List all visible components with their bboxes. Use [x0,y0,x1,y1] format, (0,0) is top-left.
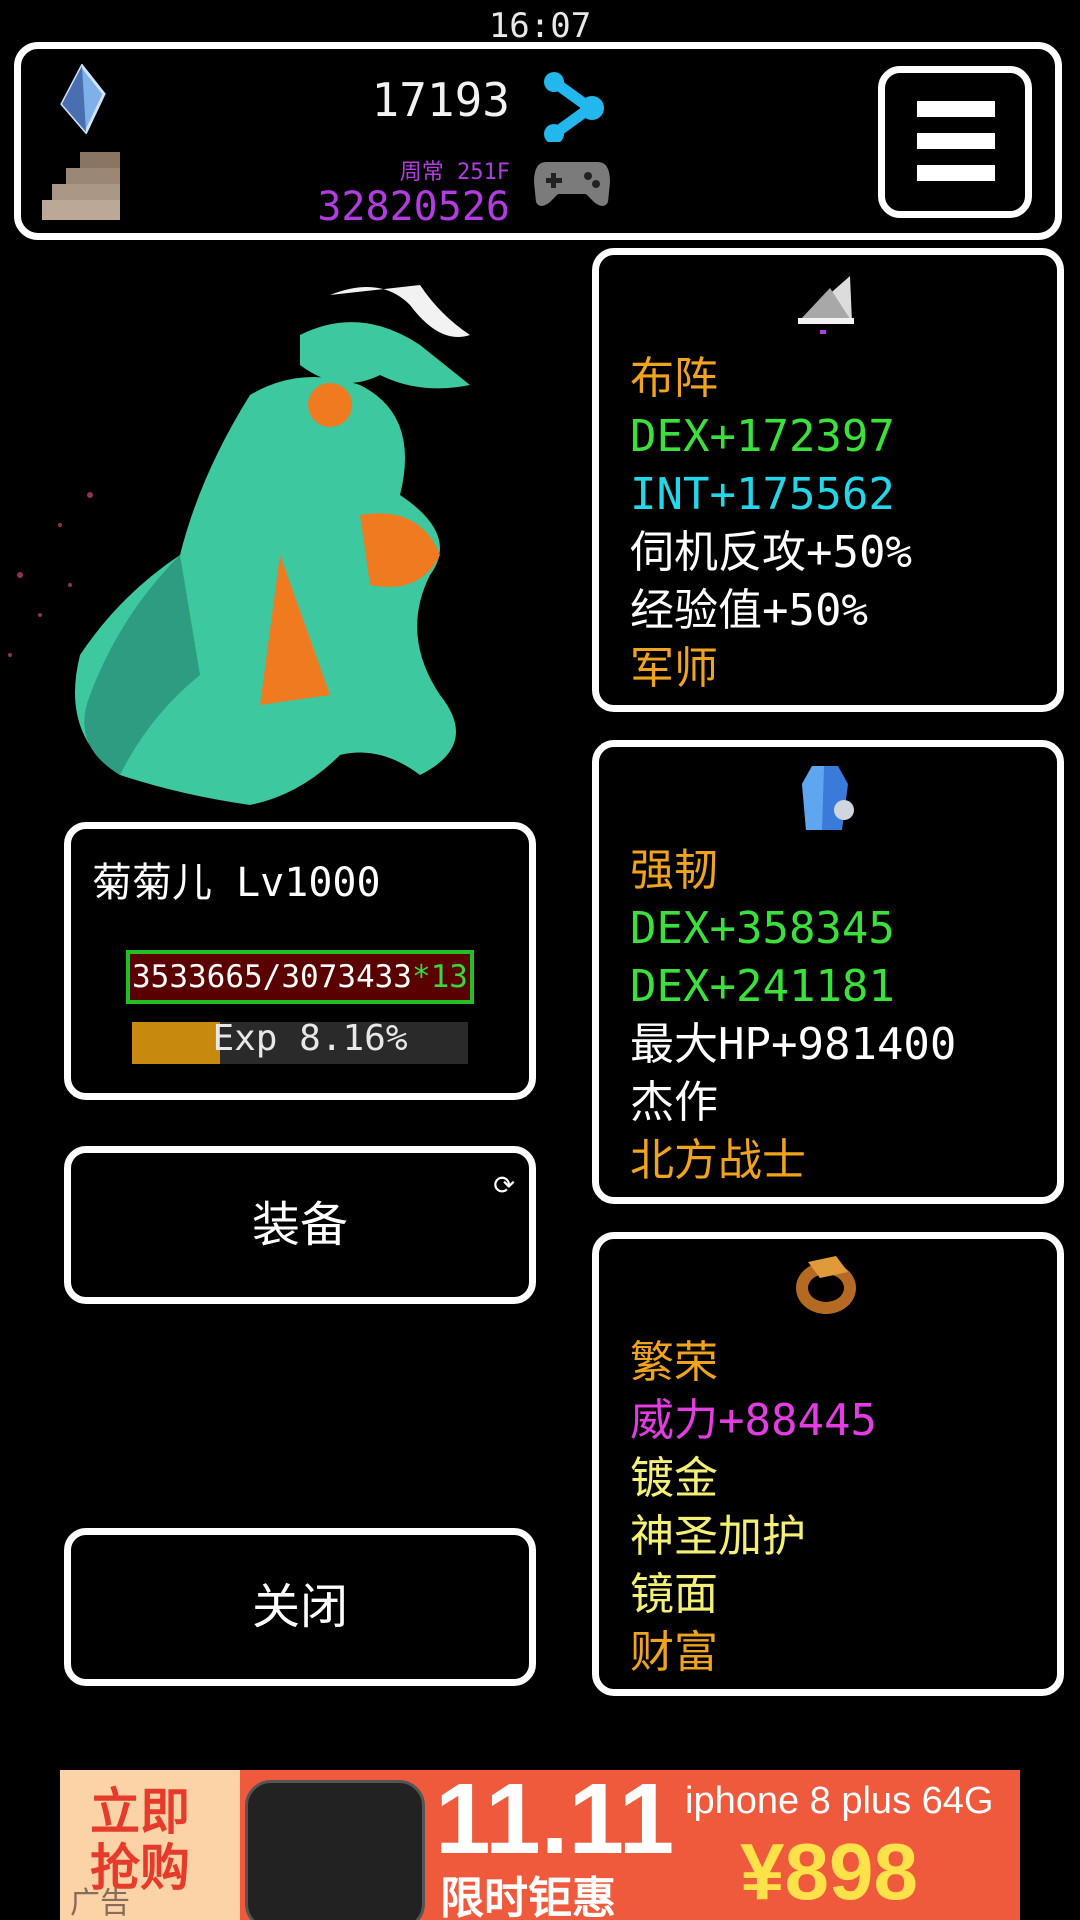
armor-icon [802,766,854,830]
equip-button-label: 装备 [251,1197,348,1253]
item1-line3: INT+175562 [630,469,895,520]
item3-line1: 繁荣 [630,1337,718,1388]
fan-icon [798,276,854,334]
equip-button[interactable]: 装备 ⟳ [64,1146,536,1304]
close-button[interactable]: 关闭 [64,1528,536,1686]
floor-score: 32820526 [317,184,510,230]
hp-display: 3533665/3073433*13 [126,950,474,1004]
item3-line6: 财富 [630,1627,718,1678]
menu-bar [917,165,995,181]
item1-line2: DEX+172397 [630,411,895,462]
ad-sale: 限时钜惠 [440,1873,616,1920]
stairs-icon [42,152,120,220]
menu-bar [917,133,995,149]
ring-icon [796,1256,856,1314]
item1-line1: 布阵 [630,353,718,404]
item2-line6: 北方战士 [630,1135,806,1186]
mode-label: 周常 251F [399,160,510,185]
item2-line1: 强韧 [630,845,718,896]
menu-button[interactable] [878,66,1032,218]
ad-price: ¥898 [740,1827,918,1916]
ad-model: iphone 8 plus 64G [685,1780,994,1822]
item1-line6: 军师 [630,643,718,694]
crystal-icon [60,64,106,134]
character-name-level: 菊菊儿 Lv1000 [92,860,381,906]
phone-image [245,1780,425,1920]
refresh-icon: ⟳ [493,1171,515,1201]
menu-bar [917,101,995,117]
item3-line2: 威力+88445 [630,1395,877,1446]
item2-line5: 杰作 [630,1077,718,1128]
share-icon[interactable] [540,72,610,142]
gold-amount: 17193 [371,73,510,127]
ad-banner[interactable]: 立即抢购 广告 11.11 限时钜惠 iphone 8 plus 64G ¥89… [60,1770,1020,1920]
hp-multiplier: *13 [411,959,468,995]
hero-portrait [8,285,470,805]
close-button-label: 关闭 [251,1579,348,1635]
exp-label: Exp 8.16% [212,1018,408,1059]
item2-line2: DEX+358345 [630,903,895,954]
item3-line3: 镀金 [630,1453,718,1504]
ad-date: 11.11 [435,1770,675,1875]
item1-line4: 伺机反攻+50% [630,527,912,578]
ad-tag: 广告 [70,1886,130,1920]
gamepad-icon[interactable] [532,154,612,210]
item1-line5: 经验值+50% [630,585,868,636]
hp-value: 3533665/3073433 [132,959,412,995]
item3-line4: 神圣加护 [630,1511,806,1562]
item2-line3: DEX+241181 [630,961,895,1012]
status-time: 16:07 [488,6,592,46]
item3-line5: 镜面 [630,1569,718,1620]
item2-line4: 最大HP+981400 [630,1019,957,1070]
